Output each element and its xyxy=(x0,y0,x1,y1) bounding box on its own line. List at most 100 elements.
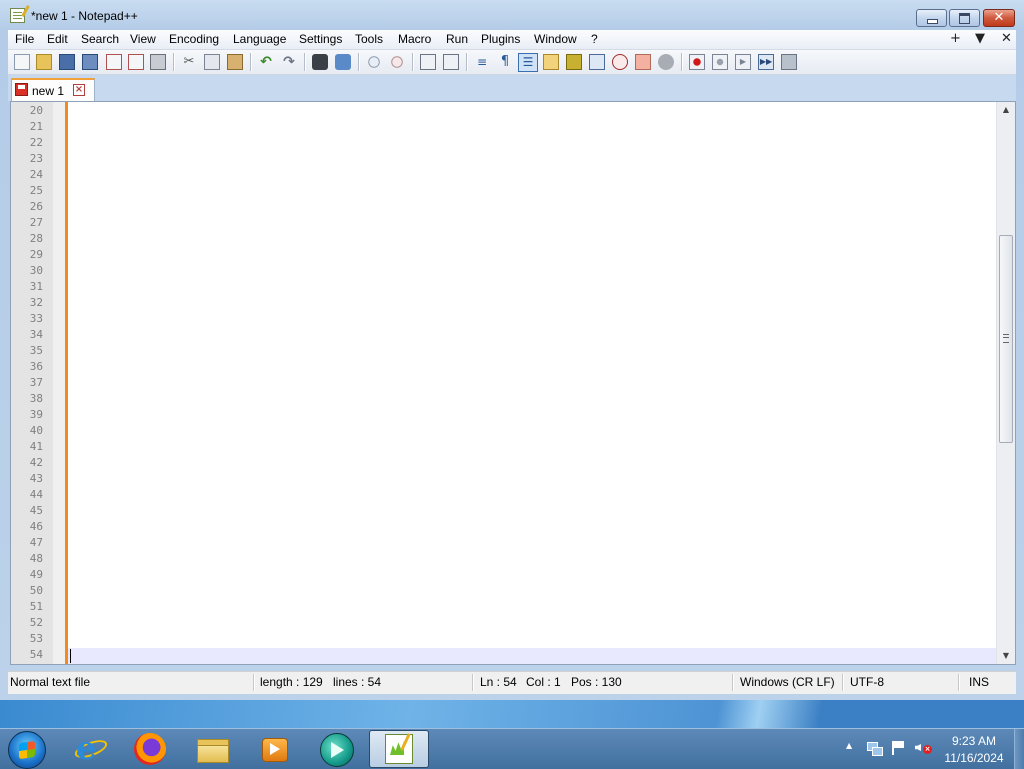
scroll-down-icon[interactable]: ▼ xyxy=(997,648,1015,664)
line-number: 41 xyxy=(29,440,43,453)
menu-edit[interactable]: Edit xyxy=(47,32,68,46)
menu-view[interactable]: View xyxy=(130,32,156,46)
file-explorer-icon[interactable] xyxy=(196,733,229,765)
word-wrap-icon[interactable]: ≡ xyxy=(474,54,490,70)
line-number: 22 xyxy=(29,136,43,149)
tab-new-1[interactable]: new 1 × xyxy=(11,78,95,101)
record-macro-icon[interactable] xyxy=(689,54,705,70)
show-all-characters-icon[interactable]: ¶ xyxy=(497,54,513,70)
text-editor[interactable]: 20 21 22 23 24 25 26 27 28 29 30 31 32 33 34 35 36 37 38 39… xyxy=(10,101,1016,665)
minimize-button[interactable] xyxy=(916,9,947,27)
close-file-icon[interactable] xyxy=(106,54,122,70)
text-caret xyxy=(70,649,71,663)
find-icon[interactable] xyxy=(312,54,328,70)
line-number: 40 xyxy=(29,424,43,437)
menu-run[interactable]: Run xyxy=(446,32,468,46)
internet-explorer-icon[interactable]: e xyxy=(72,729,110,767)
menu-plugins[interactable]: Plugins xyxy=(481,32,520,46)
new-tab-plus-icon[interactable]: + xyxy=(950,31,961,46)
zoom-out-icon[interactable] xyxy=(389,54,405,70)
scroll-thumb[interactable] xyxy=(999,235,1013,443)
function-list-icon[interactable] xyxy=(589,54,605,70)
menu-help[interactable]: ? xyxy=(591,32,598,46)
status-divider xyxy=(472,674,473,691)
open-file-icon[interactable] xyxy=(36,54,52,70)
sync-horizontal-icon[interactable] xyxy=(443,54,459,70)
grip-icon xyxy=(1003,334,1009,343)
line-number: 27 xyxy=(29,216,43,229)
menu-language[interactable]: Language xyxy=(233,32,286,46)
comment-icon[interactable] xyxy=(658,54,674,70)
line-number: 20 xyxy=(29,104,43,117)
copy-icon[interactable] xyxy=(204,54,220,70)
status-divider xyxy=(958,674,959,691)
firefox-icon[interactable] xyxy=(134,733,166,765)
tab-label: new 1 xyxy=(32,84,65,98)
line-number: 54 xyxy=(29,648,43,661)
scroll-up-icon[interactable]: ▲ xyxy=(997,102,1015,118)
line-number: 36 xyxy=(29,360,43,373)
action-center-flag-icon[interactable] xyxy=(890,740,906,756)
close-document-icon[interactable]: ✕ xyxy=(1001,31,1012,46)
toolbar-separator xyxy=(681,53,682,71)
line-number: 34 xyxy=(29,328,43,341)
maximize-button[interactable] xyxy=(949,9,980,27)
menu-encoding[interactable]: Encoding xyxy=(169,32,219,46)
toolbar-separator xyxy=(250,53,251,71)
status-eol[interactable]: Windows (CR LF) xyxy=(740,675,835,689)
menu-settings[interactable]: Settings xyxy=(299,32,342,46)
user-defined-language-icon[interactable] xyxy=(543,54,559,70)
menu-macro[interactable]: Macro xyxy=(398,32,431,46)
document-map-icon[interactable] xyxy=(566,54,582,70)
volume-muted-icon[interactable]: × xyxy=(914,740,932,756)
menu-file[interactable]: File xyxy=(15,32,34,46)
media-player-icon[interactable] xyxy=(258,733,290,765)
save-macro-icon[interactable] xyxy=(781,54,797,70)
title-bar[interactable]: *new 1 - Notepad++ ✕ xyxy=(0,0,1024,30)
indent-guide-icon[interactable]: ☰ xyxy=(518,53,538,72)
stop-recording-icon[interactable] xyxy=(712,54,728,70)
line-number: 35 xyxy=(29,344,43,357)
status-lines: lines : 54 xyxy=(333,675,382,689)
save-icon[interactable] xyxy=(59,54,75,70)
fold-margin[interactable] xyxy=(53,102,65,664)
menu-search[interactable]: Search xyxy=(81,32,119,46)
paste-icon[interactable] xyxy=(227,54,243,70)
run-macro-multiple-icon[interactable]: ▶▶ xyxy=(758,54,774,70)
show-hidden-icons-icon[interactable]: ▲ xyxy=(846,741,852,750)
replace-icon[interactable] xyxy=(335,54,351,70)
clock-date[interactable]: 11/16/2024 xyxy=(938,751,1010,765)
status-encoding[interactable]: UTF-8 xyxy=(850,675,884,689)
print-icon[interactable] xyxy=(150,54,166,70)
undo-icon[interactable]: ↶ xyxy=(258,54,274,70)
zoom-in-icon[interactable] xyxy=(366,54,382,70)
network-icon[interactable] xyxy=(866,740,883,756)
tab-close-icon[interactable]: × xyxy=(73,84,85,96)
close-all-icon[interactable] xyxy=(128,54,144,70)
status-file-type: Normal text file xyxy=(10,675,91,689)
start-button[interactable] xyxy=(8,731,46,769)
tab-list-dropdown-icon[interactable]: ▼ xyxy=(975,31,985,46)
menu-tools[interactable]: Tools xyxy=(355,32,383,46)
close-button[interactable]: ✕ xyxy=(983,9,1015,27)
line-number: 28 xyxy=(29,232,43,245)
notepad-plus-plus-window: *new 1 - Notepad++ ✕ File Edit Search Vi… xyxy=(0,0,1024,700)
playback-macro-icon[interactable]: ▶ xyxy=(735,54,751,70)
taskbar-notepad-plus-plus[interactable] xyxy=(369,730,429,768)
folder-as-workspace-icon[interactable] xyxy=(612,54,628,70)
clock-time[interactable]: 9:23 AM xyxy=(938,734,1010,748)
new-file-icon[interactable] xyxy=(14,54,30,70)
arrow-app-icon[interactable] xyxy=(320,733,354,767)
show-desktop-button[interactable] xyxy=(1014,729,1024,769)
notepad-app-icon[interactable] xyxy=(10,8,25,23)
redo-icon[interactable]: ↷ xyxy=(281,54,297,70)
vertical-scrollbar[interactable]: ▲ ▼ xyxy=(996,102,1015,664)
line-number: 37 xyxy=(29,376,43,389)
line-number: 38 xyxy=(29,392,43,405)
line-number: 25 xyxy=(29,184,43,197)
monitoring-icon[interactable] xyxy=(635,54,651,70)
menu-window[interactable]: Window xyxy=(534,32,577,46)
save-all-icon[interactable] xyxy=(82,54,98,70)
cut-icon[interactable]: ✂ xyxy=(181,54,197,70)
sync-vertical-icon[interactable] xyxy=(420,54,436,70)
